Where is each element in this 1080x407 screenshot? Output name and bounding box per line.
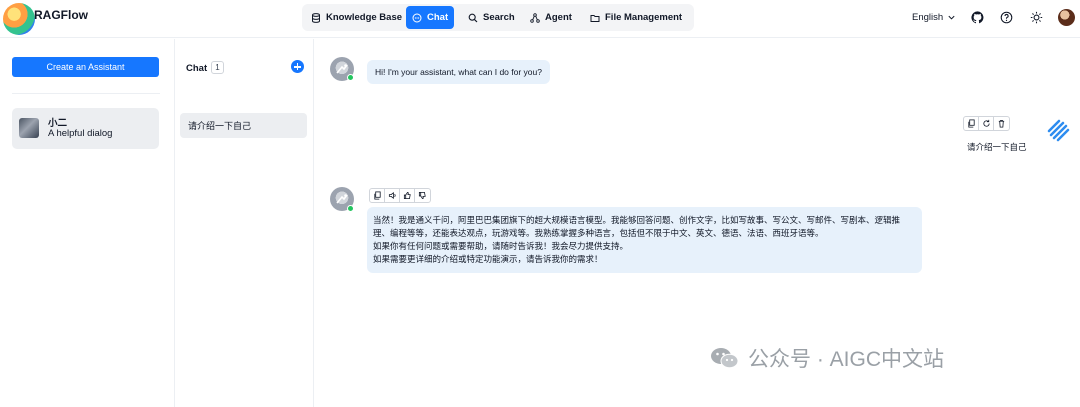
chat-list-title: Chat [186, 63, 208, 74]
folder-icon [590, 14, 600, 22]
nav-label: Agent [545, 12, 572, 23]
nav-search[interactable]: Search [468, 6, 515, 29]
message-paragraph: 当然！我是通义千问，阿里巴巴集团旗下的超大规模语言模型。我能够回答问题、创作文字… [373, 215, 901, 238]
copy-button[interactable] [964, 117, 979, 130]
dislike-button[interactable] [415, 189, 430, 202]
wechat-icon [711, 348, 739, 369]
database-icon [312, 12, 320, 23]
language-select[interactable]: English [912, 12, 956, 23]
robot-icon [336, 194, 348, 204]
thumbs-down-icon [418, 191, 426, 200]
nav-knowledge-base[interactable]: Knowledge Base [311, 6, 402, 29]
chat-bubble-icon [412, 13, 422, 22]
watermark: 公众号 · AIGC中文站 [710, 343, 944, 373]
read-aloud-button[interactable] [385, 189, 400, 202]
message-paragraph: 如果需要更详细的介绍或特定功能演示，请告诉我你的需求！ [373, 254, 603, 264]
chat-main: Hi! I'm your assistant, what can I do fo… [315, 39, 1080, 407]
assistant-description: A helpful dialog [48, 128, 113, 139]
user-message-avatar-icon [1047, 119, 1070, 142]
github-icon[interactable] [971, 11, 984, 24]
robot-icon [336, 64, 348, 74]
user-message-toolbar [963, 116, 1010, 131]
watermark-text: 公众号 · AIGC中文站 [748, 348, 945, 371]
create-assistant-button[interactable]: Create an Assistant [12, 57, 159, 77]
user-avatar[interactable] [1058, 9, 1075, 26]
chat-count-badge: 1 [211, 61, 224, 74]
like-button[interactable] [400, 189, 415, 202]
nav-label: Chat [427, 12, 449, 23]
regenerate-button[interactable] [979, 117, 994, 130]
nav-chat[interactable]: Chat [406, 6, 455, 29]
copy-icon [967, 119, 975, 128]
help-icon[interactable] [1000, 11, 1013, 24]
trash-icon [998, 119, 1005, 128]
nav-label: Knowledge Base [326, 12, 403, 23]
nav-agent[interactable]: Agent [530, 6, 572, 29]
message-paragraph: 如果你有任何问题或需要帮助，请随时告诉我！我会尽力提供支持。 [373, 241, 629, 251]
theme-sun-icon[interactable] [1030, 11, 1043, 24]
main-nav: Knowledge Base Chat Search Agent File Ma… [302, 4, 694, 31]
assistant-message: Hi! I'm your assistant, what can I do fo… [367, 60, 550, 84]
copy-icon [373, 191, 381, 200]
brand-name: RAGFlow [34, 8, 88, 22]
thumbs-up-icon [403, 191, 411, 200]
conversation-item[interactable]: 请介绍一下自己 [180, 113, 307, 138]
assistant-avatar [19, 118, 39, 138]
speaker-icon [388, 191, 396, 200]
agent-icon [530, 12, 540, 23]
nav-label: File Management [605, 12, 683, 23]
assistant-panel: Create an Assistant 小二 A helpful dialog [0, 39, 175, 407]
chevron-down-icon [948, 15, 955, 20]
copy-button[interactable] [370, 189, 385, 202]
assistant-message-toolbar [369, 188, 431, 203]
ragflow-logo[interactable] [3, 3, 35, 35]
top-header: RAGFlow Knowledge Base Chat Search Agent… [0, 0, 1080, 38]
assistant-message: 当然！我是通义千问，阿里巴巴集团旗下的超大规模语言模型。我能够回答问题、创作文字… [367, 207, 922, 273]
language-label: English [912, 12, 944, 23]
delete-button[interactable] [994, 117, 1009, 130]
refresh-icon [982, 119, 990, 127]
user-message: 请介绍一下自己 [967, 142, 1027, 152]
online-status-dot [347, 205, 354, 212]
divider [12, 93, 160, 94]
nav-label: Search [483, 12, 515, 23]
assistant-name: 小二 [48, 118, 68, 129]
chat-list-panel: Chat 1 请介绍一下自己 [175, 39, 314, 407]
add-chat-icon[interactable] [291, 60, 304, 73]
online-status-dot [347, 74, 354, 81]
search-icon [468, 13, 478, 22]
assistant-card[interactable]: 小二 A helpful dialog [12, 108, 159, 149]
nav-file-management[interactable]: File Management [590, 6, 682, 29]
